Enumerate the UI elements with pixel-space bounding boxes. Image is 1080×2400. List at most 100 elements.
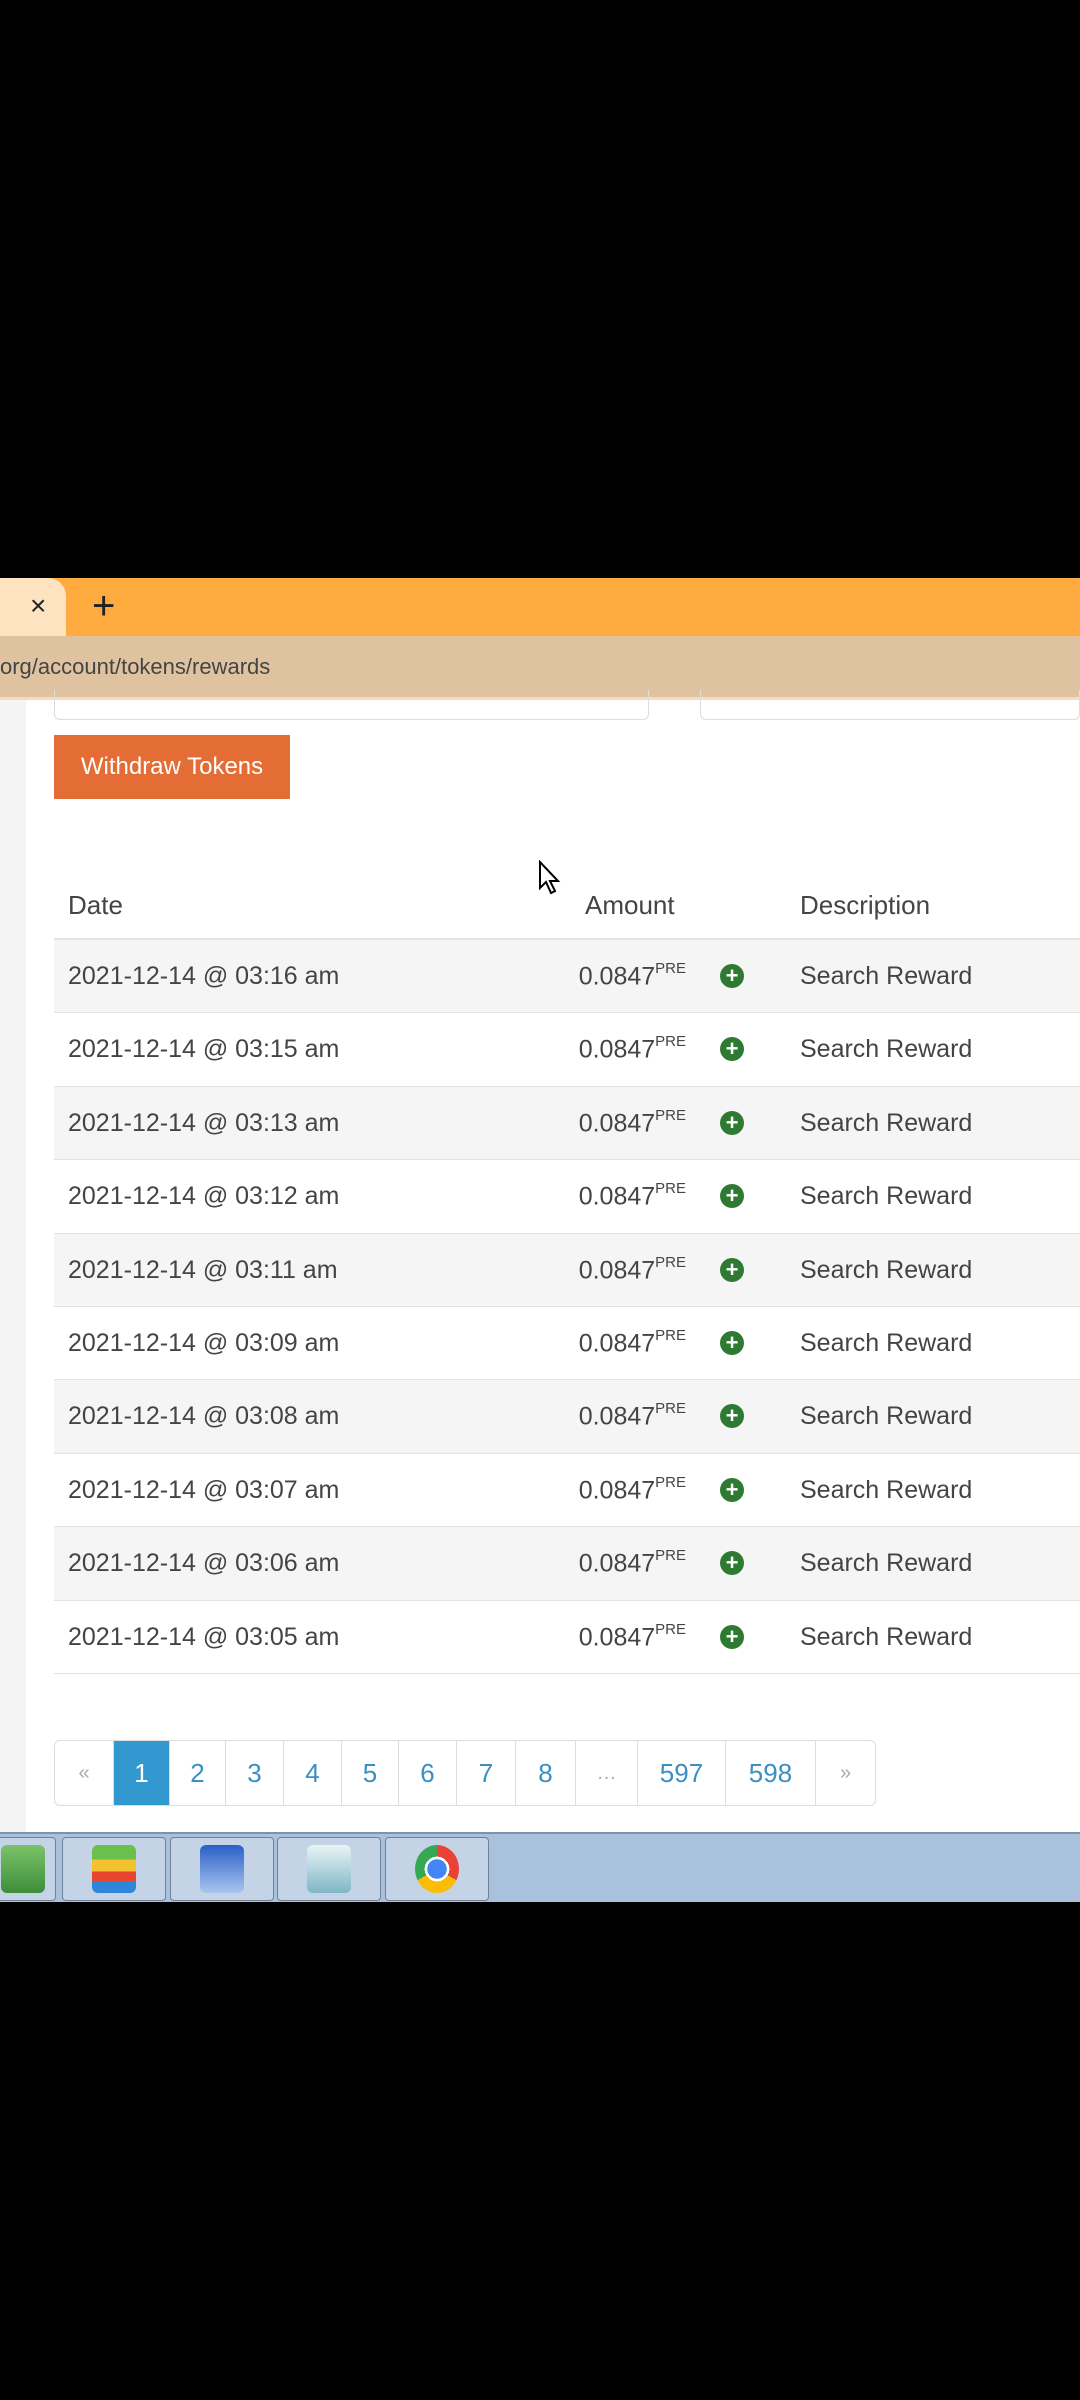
row-amount: 0.0847PRE — [578, 1473, 686, 1505]
header-description[interactable]: Description — [800, 890, 930, 921]
row-date: 2021-12-14 @ 03:15 am — [68, 1035, 340, 1064]
row-amount: 0.0847PRE — [578, 960, 686, 991]
close-tab-icon[interactable]: × — [30, 590, 46, 622]
row-amount: 0.0847PRE — [578, 1033, 686, 1064]
page-button[interactable]: 2 — [170, 1741, 226, 1805]
amount-value: 0.0847 — [578, 1622, 656, 1651]
plus-circle-icon: + — [720, 1624, 744, 1649]
plus-circle-icon: + — [720, 1257, 744, 1282]
amount-unit: PRE — [655, 1180, 686, 1198]
row-date: 2021-12-14 @ 03:07 am — [68, 1475, 340, 1504]
amount-unit: PRE — [655, 960, 686, 977]
prev-page-button[interactable]: « — [55, 1741, 114, 1805]
plus-circle-icon: + — [720, 964, 744, 988]
amount-value: 0.0847 — [578, 1109, 656, 1138]
amount-value: 0.0847 — [578, 1402, 656, 1431]
page-button[interactable]: 4 — [284, 1741, 342, 1805]
row-description: Search Reward — [800, 1622, 973, 1651]
table-row: 2021-12-14 @ 03:09 am 0.0847PRE + Search… — [54, 1307, 1080, 1381]
row-description: Search Reward — [800, 1255, 973, 1284]
table-row: 2021-12-14 @ 03:06 am 0.0847PRE + Search… — [54, 1527, 1080, 1601]
amount-value: 0.0847 — [578, 1549, 656, 1578]
amount-unit: PRE — [655, 1106, 686, 1124]
table-row: 2021-12-14 @ 03:15 am 0.0847PRE + Search… — [54, 1013, 1080, 1087]
chrome-icon — [415, 1845, 459, 1893]
row-description: Search Reward — [800, 1475, 973, 1504]
row-date: 2021-12-14 @ 03:06 am — [68, 1549, 340, 1578]
page-button[interactable]: 5 — [342, 1741, 399, 1805]
amount-value: 0.0847 — [578, 1182, 656, 1211]
amount-value: 0.0847 — [578, 1035, 656, 1064]
browser-tab[interactable]: × — [0, 578, 66, 636]
table-header: Date Amount Description — [54, 860, 1080, 940]
page-button[interactable]: 3 — [226, 1741, 284, 1805]
table-row: 2021-12-14 @ 03:08 am 0.0847PRE + Search… — [54, 1380, 1080, 1454]
taskbar-button[interactable] — [62, 1837, 166, 1901]
page-button[interactable]: 598 — [726, 1741, 816, 1805]
plus-circle-icon: + — [720, 1037, 744, 1062]
amount-unit: PRE — [655, 1253, 686, 1271]
new-tab-button[interactable]: + — [92, 584, 115, 628]
notepad-icon — [307, 1845, 351, 1893]
row-date: 2021-12-14 @ 03:08 am — [68, 1402, 340, 1431]
taskbar-button[interactable] — [277, 1837, 381, 1901]
amount-unit: PRE — [655, 1473, 686, 1491]
row-description: Search Reward — [800, 962, 973, 990]
row-date: 2021-12-14 @ 03:16 am — [68, 962, 340, 990]
table-row: 2021-12-14 @ 03:11 am 0.0847PRE + Search… — [54, 1233, 1080, 1307]
sidebar-strip — [0, 700, 26, 1832]
header-amount[interactable]: Amount — [585, 890, 675, 921]
page-content: Withdraw Tokens Date Amount Description … — [0, 690, 1080, 1832]
plus-circle-icon: + — [720, 1551, 744, 1576]
browser-tab-bar: × + — [0, 578, 1080, 636]
mouse-cursor-icon — [539, 860, 561, 895]
amount-unit: PRE — [655, 1327, 686, 1344]
row-amount: 0.0847PRE — [578, 1400, 686, 1431]
plus-circle-icon: + — [720, 1184, 744, 1209]
row-description: Search Reward — [800, 1182, 973, 1211]
bluestacks-icon — [92, 1845, 136, 1893]
row-description: Search Reward — [800, 1549, 973, 1578]
row-description: Search Reward — [800, 1402, 973, 1431]
amount-value: 0.0847 — [578, 1329, 656, 1358]
amount-unit: PRE — [655, 1033, 686, 1051]
page-button[interactable]: 7 — [457, 1741, 516, 1805]
input-box[interactable] — [54, 690, 649, 720]
withdraw-tokens-button[interactable]: Withdraw Tokens — [54, 735, 290, 799]
taskbar-button[interactable] — [385, 1837, 489, 1901]
row-amount: 0.0847PRE — [578, 1327, 686, 1358]
header-date[interactable]: Date — [68, 890, 123, 921]
amount-unit: PRE — [655, 1547, 686, 1565]
amount-value: 0.0847 — [578, 962, 656, 991]
url-text[interactable]: org/account/tokens/rewards — [0, 654, 270, 680]
row-description: Search Reward — [800, 1035, 973, 1064]
row-amount: 0.0847PRE — [578, 1253, 686, 1285]
page-button[interactable]: 8 — [516, 1741, 576, 1805]
taskbar-button[interactable] — [170, 1837, 274, 1901]
pagination: «1 2 3 4 5 6 7 8… 597 598» — [54, 1740, 876, 1806]
amount-unit: PRE — [655, 1620, 686, 1638]
row-description: Search Reward — [800, 1108, 973, 1137]
page-button[interactable]: 597 — [638, 1741, 726, 1805]
taskbar-button[interactable] — [0, 1837, 56, 1901]
amount-unit: PRE — [655, 1400, 686, 1418]
table-row: 2021-12-14 @ 03:16 am 0.0847PRE + Search… — [54, 940, 1080, 1014]
maps-app-icon — [1, 1845, 45, 1893]
plus-circle-icon: + — [720, 1404, 744, 1429]
row-date: 2021-12-14 @ 03:13 am — [68, 1108, 340, 1137]
table-row: 2021-12-14 @ 03:12 am 0.0847PRE + Search… — [54, 1160, 1080, 1234]
taskbar — [0, 1832, 1080, 1902]
plus-circle-icon: + — [720, 1331, 744, 1355]
amount-value: 0.0847 — [578, 1476, 656, 1505]
input-box[interactable] — [700, 690, 1080, 720]
pagination-ellipsis: … — [576, 1741, 638, 1805]
page-button[interactable]: 1 — [114, 1741, 170, 1805]
page-button[interactable]: 6 — [399, 1741, 457, 1805]
row-date: 2021-12-14 @ 03:11 am — [68, 1255, 338, 1284]
on-screen-keyboard-icon — [200, 1845, 244, 1893]
plus-circle-icon: + — [720, 1110, 744, 1135]
next-page-button[interactable]: » — [816, 1741, 875, 1805]
row-date: 2021-12-14 @ 03:09 am — [68, 1329, 340, 1357]
row-amount: 0.0847PRE — [578, 1180, 686, 1211]
amount-value: 0.0847 — [578, 1255, 656, 1284]
